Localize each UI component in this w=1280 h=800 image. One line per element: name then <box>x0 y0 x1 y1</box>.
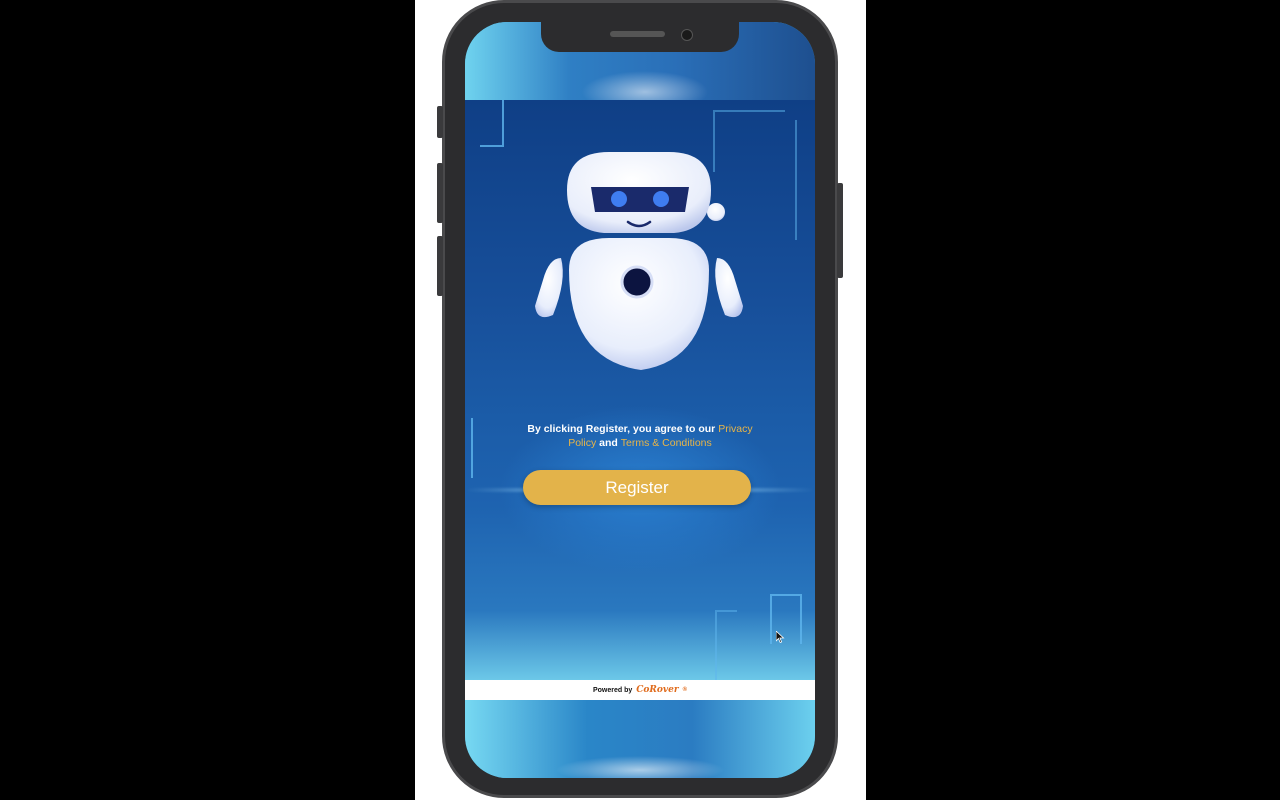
mute-switch <box>437 106 443 138</box>
circuit-line <box>480 100 504 147</box>
chatbot-welcome-panel: By clicking Register, you agree to our P… <box>465 100 815 680</box>
circuit-line <box>795 120 815 240</box>
circuit-line <box>770 594 802 644</box>
volume-down-button <box>437 236 443 296</box>
terms-consent-text: By clicking Register, you agree to our P… <box>520 422 760 450</box>
robot-mascot-icon <box>535 152 743 370</box>
powered-by-footer: Powered by CoRover ® <box>465 680 815 700</box>
circuit-line <box>465 418 473 478</box>
speaker-grille <box>610 31 665 37</box>
phone-screen: By clicking Register, you agree to our P… <box>465 22 815 778</box>
mouse-cursor-icon <box>776 631 785 644</box>
front-camera <box>681 29 693 41</box>
consent-conjunction: and <box>599 437 618 449</box>
register-button[interactable]: Register <box>523 470 751 505</box>
consent-prefix: By clicking Register, you agree to our <box>527 423 716 435</box>
blurred-background-bottom <box>465 700 815 778</box>
power-button <box>837 183 843 278</box>
registered-mark-icon: ® <box>682 687 688 693</box>
phone-notch <box>541 22 739 52</box>
brand-logo[interactable]: CoRover <box>636 685 678 695</box>
volume-up-button <box>437 163 443 223</box>
terms-conditions-link[interactable]: Terms & Conditions <box>621 437 712 449</box>
circuit-line <box>715 610 737 680</box>
powered-by-label: Powered by <box>592 686 633 694</box>
